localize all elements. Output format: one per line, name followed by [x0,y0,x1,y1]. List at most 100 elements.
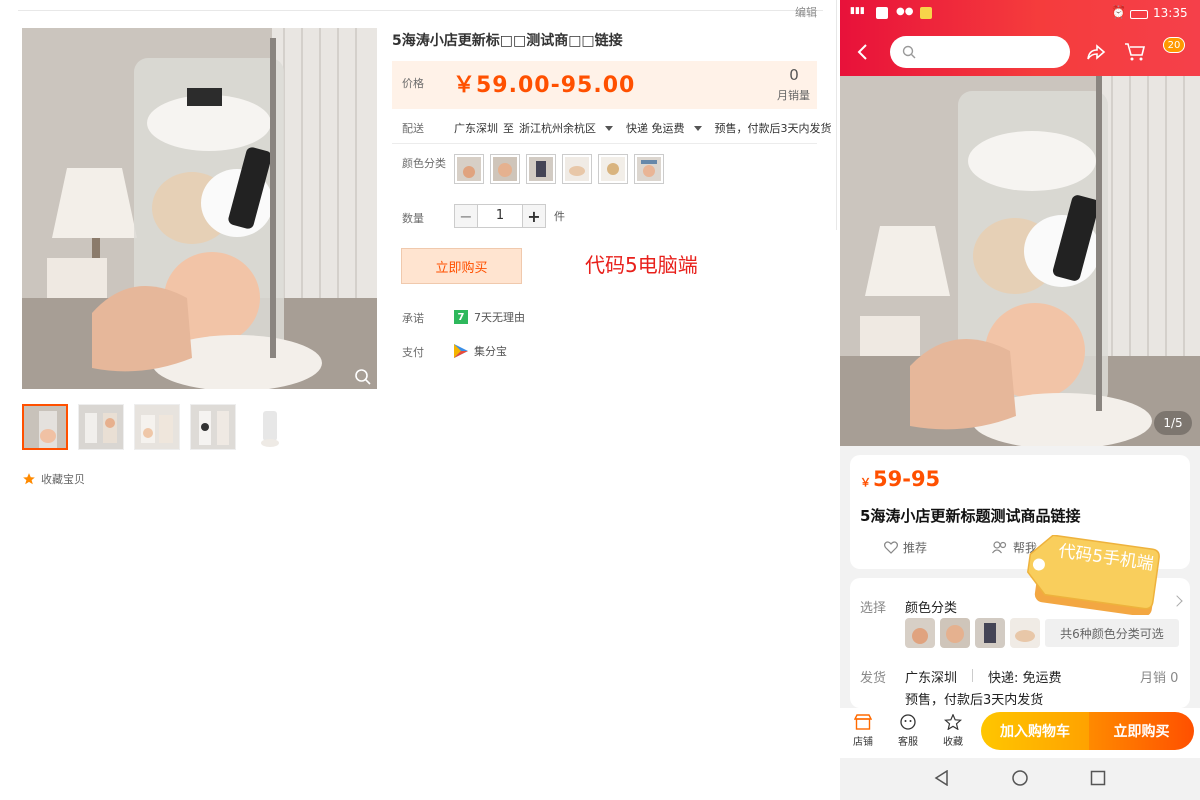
desktop-product-page: 编辑 收藏宝贝 5海涛小店更新标□□测试商□□链接 价格 ￥59.00-95.0… [0,0,838,492]
status-bar: ▮▮▮ ●● ⏰ 13:35 [840,0,1200,28]
color-swatch[interactable] [975,618,1005,648]
thumbnail-strip [22,404,292,450]
more-colors-button[interactable]: 共6种颜色分类可选 [1045,619,1179,647]
color-swatches [905,618,1040,648]
quantity-input[interactable]: 1 [478,204,522,228]
presale-text: 预售，付款后3天内发货 [714,122,832,135]
main-product-image[interactable] [22,28,377,389]
search-input[interactable] [890,36,1070,68]
ship-to-selector[interactable]: 浙江杭州余杭区 [519,120,596,136]
back-triangle-icon[interactable] [934,770,950,786]
buy-now-button[interactable]: 立即购买 [1089,712,1194,750]
express-info: 快递: 免运费 [988,671,1062,686]
mobile-product-page: ▮▮▮ ●● ⏰ 13:35 20 1/5 ￥59-95 5海涛小店更新标题测试… [840,0,1200,800]
promise-text: 7天无理由 [474,311,525,324]
divider [392,143,817,144]
color-option[interactable] [634,154,664,184]
share-icon[interactable] [1086,42,1106,66]
presale-text: 预售，付款后3天内发货 [905,693,1044,708]
panel-divider [836,0,837,230]
cart-icon[interactable] [1124,42,1146,66]
mobile-price: ￥59-95 [860,467,940,491]
monthly-sales-value: 0 [789,66,799,84]
back-icon[interactable] [856,42,870,66]
quantity-unit: 件 [554,210,565,223]
color-options [454,154,664,184]
mobile-product-title: 5海涛小店更新标题测试商品链接 [860,507,1081,525]
service-button[interactable]: 客服 [888,714,928,748]
favorite-button[interactable]: 收藏 [933,713,973,748]
ship-from: 广东深圳 [905,671,958,686]
color-option[interactable] [562,154,592,184]
ship-from: 广东深圳 [454,122,498,135]
payment-text: 集分宝 [474,345,507,358]
cart-badge: 20 [1163,37,1185,53]
monthly-sales: 月销 0 [1140,671,1179,686]
zoom-icon[interactable] [354,368,372,386]
shipping-label: 配送 [402,122,424,135]
color-swatch[interactable] [940,618,970,648]
heart-icon [884,541,898,554]
product-title: 5海涛小店更新标□□测试商□□链接 [392,33,623,49]
price-value: 59-95 [873,467,941,491]
thumbnail[interactable] [134,404,180,450]
top-divider [18,10,823,11]
ship-to-word: 至 [503,122,514,135]
annotation-text: 代码5电脑端 [585,253,698,277]
home-circle-icon[interactable] [1012,770,1028,786]
product-image-carousel[interactable] [840,76,1200,446]
favorite-link[interactable]: 收藏宝贝 [22,471,85,487]
price-currency: ￥ [860,476,871,489]
recents-square-icon[interactable] [1090,770,1106,786]
color-option[interactable] [490,154,520,184]
increment-button[interactable]: + [522,204,546,228]
image-pager: 1/5 [1154,411,1192,435]
shop-button[interactable]: 店铺 [843,714,883,748]
thumbnail[interactable] [246,404,292,450]
color-label: 颜色分类 [402,157,446,170]
annotation-tag: 代码5手机端 [1022,534,1162,617]
app-icon [876,7,888,19]
color-category-label[interactable]: 颜色分类 [905,597,957,616]
shipping-info: 广东深圳 至 浙江杭州余杭区 快递 免运费 预售，付款后3天内发货 [454,120,832,136]
chevron-down-icon[interactable] [693,125,702,131]
thumbnail[interactable] [190,404,236,450]
favorite-label: 收藏宝贝 [41,473,85,486]
recommend-label: 推荐 [903,541,928,555]
shop-label: 店铺 [853,737,873,748]
express-selector[interactable]: 快递 免运费 [626,120,685,136]
star-icon [23,473,35,485]
add-to-cart-button[interactable]: 加入购物车 [981,712,1089,750]
color-option[interactable] [454,154,484,184]
decrement-button[interactable]: − [454,204,478,228]
signal-icon: ▮▮▮ [850,6,865,16]
select-label: 选择 [860,601,887,616]
message-icon: ●● [896,6,914,17]
star-icon [943,713,963,731]
jifenbao-icon [454,344,468,358]
alarm-icon: ⏰ [1111,5,1126,19]
thumbnail[interactable] [22,404,68,450]
recommend-button[interactable]: 推荐 [884,539,927,556]
price-value: ￥59.00-95.00 [453,73,636,98]
color-option[interactable] [526,154,556,184]
monthly-sales-label: 月销量 [777,89,810,102]
battery-icon [1130,10,1148,19]
color-swatch[interactable] [905,618,935,648]
search-icon [902,45,916,59]
chat-icon [900,714,916,730]
buy-now-button[interactable]: 立即购买 [401,248,522,284]
chevron-down-icon[interactable] [605,125,613,131]
thumbnail[interactable] [78,404,124,450]
color-option[interactable] [598,154,628,184]
status-time: 13:35 [1153,6,1188,20]
payment-label: 支付 [402,346,424,359]
price-label: 价格 [402,77,424,90]
payment-info[interactable]: 集分宝 [454,343,507,359]
seven-day-icon: 7 [454,310,468,324]
ship-label: 发货 [860,671,887,686]
service-label: 客服 [898,737,918,748]
color-swatch[interactable] [1010,618,1040,648]
edit-link[interactable]: 编辑 [795,4,817,20]
promise-info[interactable]: 7 7天无理由 [454,309,525,325]
